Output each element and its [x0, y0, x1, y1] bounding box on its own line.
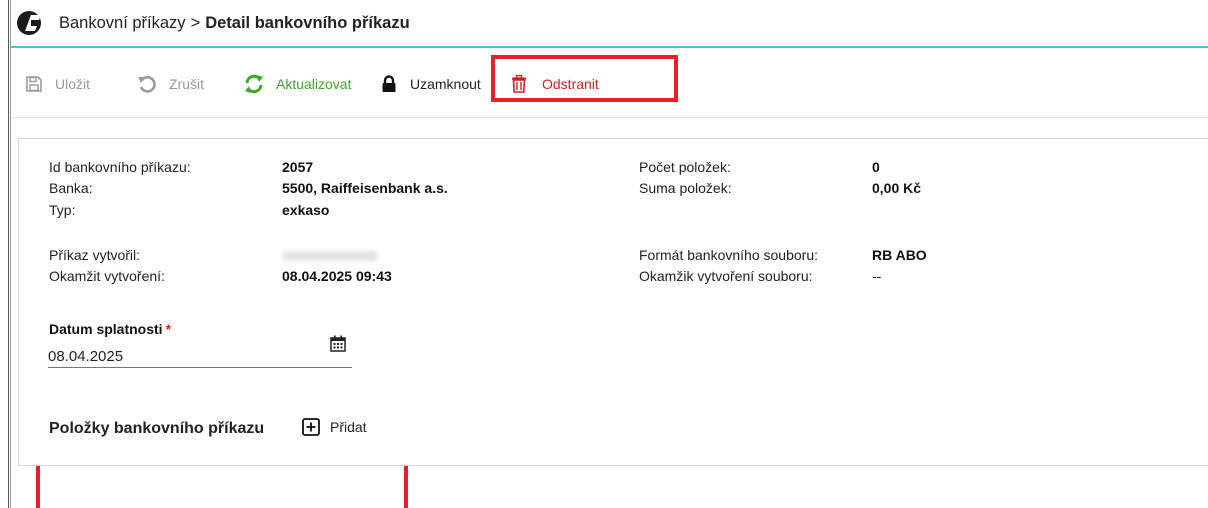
file-created-value: --	[872, 268, 882, 284]
bank-label: Banka:	[49, 180, 93, 196]
refresh-icon	[243, 74, 265, 94]
lock-button[interactable]: Uzamknout	[381, 72, 481, 96]
calendar-icon[interactable]	[330, 335, 346, 355]
item-count-value: 0	[872, 159, 880, 175]
type-label: Typ:	[49, 202, 76, 218]
breadcrumb-separator: >	[190, 13, 201, 32]
page-title: Detail bankovního příkazu	[205, 13, 410, 32]
file-created-label: Okamžik vytvoření souboru:	[639, 268, 813, 284]
floppy-disk-icon	[25, 75, 43, 93]
item-sum-value: 0,00 Kč	[872, 180, 922, 196]
window-border	[8, 0, 9, 508]
due-date-input[interactable]	[48, 337, 352, 368]
detail-panel	[18, 138, 1208, 466]
id-value: 2057	[282, 159, 314, 175]
plus-square-icon	[302, 418, 320, 436]
created-at-label: Okamžit vytvoření:	[49, 268, 165, 284]
breadcrumb-parent-link[interactable]: Bankovní příkazy	[59, 14, 186, 32]
created-at-value: 08.04.2025 09:43	[282, 268, 392, 284]
highlight-box-delete	[491, 55, 678, 102]
created-by-value-redacted	[282, 251, 378, 261]
lock-label: Uzamknout	[410, 76, 481, 92]
due-date-label: Datum splatnosti *	[49, 321, 171, 337]
type-value: exkaso	[282, 202, 330, 218]
refresh-button[interactable]: Aktualizovat	[243, 72, 351, 96]
app-logo-icon	[17, 11, 41, 35]
page-header: Bankovní příkazy > Detail bankovního příka…	[11, 0, 1208, 48]
save-button[interactable]: Uložit	[25, 72, 90, 96]
save-label: Uložit	[55, 76, 91, 92]
add-item-label: Přidat	[330, 419, 367, 435]
lock-icon	[381, 75, 397, 93]
id-label: Id bankovního příkazu:	[49, 159, 191, 175]
undo-icon	[137, 75, 157, 93]
refresh-label: Aktualizovat	[276, 76, 352, 92]
file-format-label: Formát bankovního souboru:	[639, 247, 818, 263]
created-by-label: Příkaz vytvořil:	[49, 247, 141, 263]
cancel-label: Zrušit	[169, 76, 204, 92]
add-item-button[interactable]: Přidat	[302, 418, 367, 436]
due-date-label-text: Datum splatnosti	[49, 321, 163, 337]
item-count-label: Počet položek:	[639, 159, 731, 175]
file-format-value: RB ABO	[872, 247, 927, 263]
items-section-title: Položky bankovního příkazu	[49, 420, 265, 437]
item-sum-label: Suma položek:	[639, 180, 732, 196]
required-mark: *	[165, 321, 172, 337]
breadcrumb: Bankovní příkazy > Detail bankovního příka…	[59, 14, 410, 33]
bank-value: 5500, Raiffeisenbank a.s.	[282, 180, 448, 196]
cancel-button[interactable]: Zrušit	[137, 72, 204, 96]
